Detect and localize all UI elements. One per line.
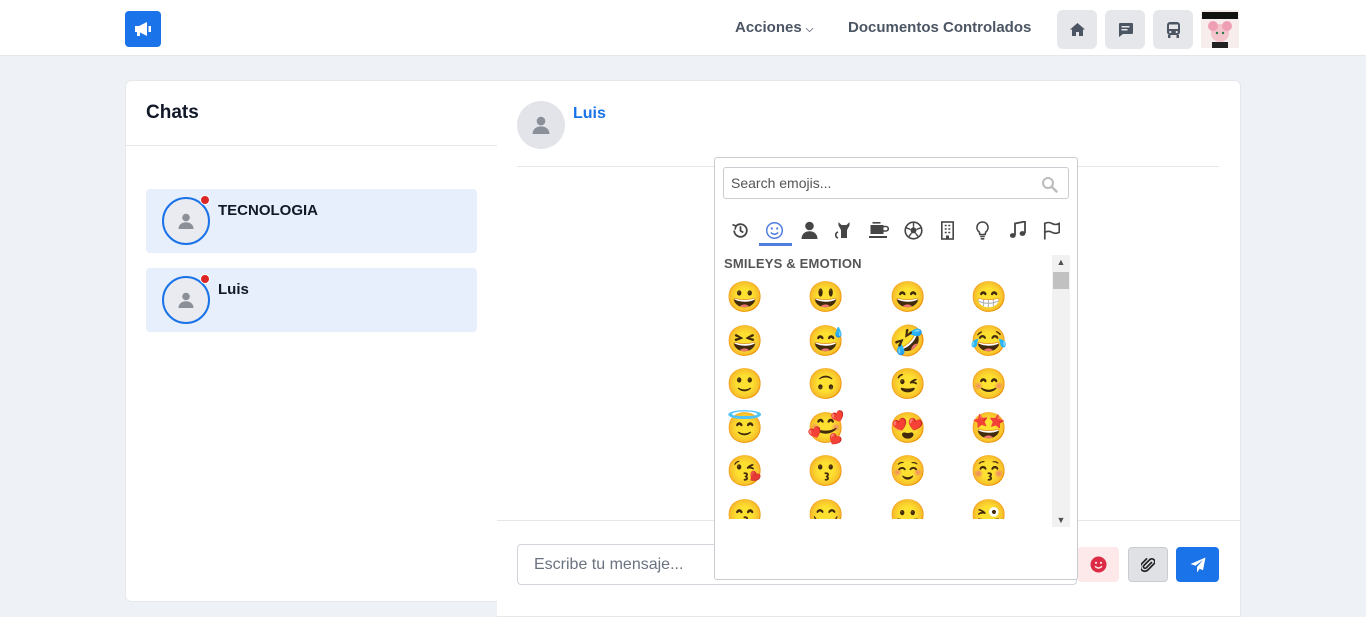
emoji-item[interactable]: 🤣 bbox=[889, 322, 933, 362]
emoji-category-bar bbox=[723, 212, 1069, 248]
unread-indicator bbox=[200, 195, 210, 205]
cat-icon bbox=[834, 222, 850, 239]
chat-item-name: TECNOLOGIA bbox=[218, 202, 318, 219]
emoji-item[interactable]: 😇 bbox=[726, 409, 770, 449]
emoji-item[interactable]: 😛 bbox=[889, 496, 933, 520]
emoji-item[interactable]: 😊 bbox=[970, 365, 1014, 405]
building-icon bbox=[941, 220, 955, 240]
bus-icon bbox=[1166, 21, 1180, 38]
category-objects[interactable] bbox=[965, 212, 1000, 248]
emoji-item[interactable]: 😅 bbox=[807, 322, 851, 362]
emoji-scrollbar[interactable]: ▲ ▼ bbox=[1052, 255, 1070, 527]
attach-button[interactable] bbox=[1128, 547, 1168, 582]
home-icon bbox=[1069, 23, 1085, 36]
emoji-item[interactable]: 😄 bbox=[889, 278, 933, 318]
user-icon bbox=[178, 292, 194, 308]
emoji-item[interactable]: 😉 bbox=[889, 365, 933, 405]
emoji-search-input[interactable] bbox=[724, 168, 1024, 198]
emoji-button[interactable] bbox=[1077, 547, 1119, 582]
emoji-item[interactable]: 😚 bbox=[970, 452, 1014, 492]
contact-avatar bbox=[517, 101, 565, 149]
user-profile-image bbox=[1201, 10, 1239, 48]
soccer-ball-icon bbox=[904, 220, 923, 240]
emoji-item[interactable]: ☺️ bbox=[889, 452, 933, 492]
scroll-thumb[interactable] bbox=[1053, 272, 1069, 289]
person-icon bbox=[801, 221, 818, 239]
emoji-item[interactable]: 😘 bbox=[726, 452, 770, 492]
flag-icon bbox=[1043, 221, 1060, 239]
history-icon bbox=[731, 222, 748, 238]
paperclip-icon bbox=[1141, 557, 1155, 572]
chat-item-tecnologia[interactable]: TECNOLOGIA bbox=[146, 189, 477, 253]
emoji-search-box bbox=[723, 167, 1069, 199]
category-people[interactable] bbox=[792, 212, 827, 248]
paper-plane-icon bbox=[1190, 557, 1205, 572]
user-icon bbox=[178, 213, 194, 229]
user-avatar[interactable] bbox=[1201, 10, 1239, 48]
message-icon bbox=[1118, 22, 1133, 37]
emoji-picker: SMILEYS & EMOTION 😀 😃 😄 😁 😆 😅 🤣 😂 🙂 🙃 😉 😊 😇 🥰 😍 🤩 😘 😗 ☺️ 😚 😙… bbox=[714, 157, 1078, 580]
emoji-item[interactable]: 😂 bbox=[970, 322, 1014, 362]
emoji-item[interactable]: 🙂 bbox=[726, 365, 770, 405]
emoji-item[interactable]: 😋 bbox=[807, 496, 851, 520]
music-note-icon bbox=[1009, 221, 1026, 238]
emoji-item[interactable]: 🤩 bbox=[970, 409, 1014, 449]
nav-acciones-label: Acciones bbox=[735, 19, 802, 36]
bus-button[interactable] bbox=[1153, 10, 1193, 49]
emoji-item[interactable]: 🥰 bbox=[807, 409, 851, 449]
emoji-grid: 😀 😃 😄 😁 😆 😅 🤣 😂 🙂 🙃 😉 😊 😇 🥰 😍 🤩 😘 😗 ☺️ 😚 😙 😋 😛 😜 bbox=[724, 276, 1052, 519]
category-symbols[interactable] bbox=[1000, 212, 1035, 248]
nav-acciones-dropdown[interactable]: Acciones ⌵ bbox=[735, 19, 813, 36]
conversation-header: Luis bbox=[517, 81, 1219, 167]
category-travel[interactable] bbox=[931, 212, 966, 248]
smiley-icon bbox=[766, 221, 784, 239]
emoji-item[interactable]: 😁 bbox=[970, 278, 1014, 318]
emoji-item[interactable]: 🙃 bbox=[807, 365, 851, 405]
chat-item-name: Luis bbox=[218, 281, 249, 298]
chats-panel: Chats TECNOLOGIA Luis bbox=[125, 80, 498, 602]
messages-button[interactable] bbox=[1105, 10, 1145, 49]
app-logo[interactable] bbox=[125, 11, 161, 47]
home-button[interactable] bbox=[1057, 10, 1097, 49]
category-flags[interactable] bbox=[1034, 212, 1069, 248]
chat-item-luis[interactable]: Luis bbox=[146, 268, 477, 332]
top-navbar: Acciones ⌵ Documentos Controlados bbox=[0, 0, 1366, 56]
user-icon bbox=[532, 116, 550, 134]
unread-indicator bbox=[200, 274, 210, 284]
smiley-icon bbox=[1090, 556, 1106, 573]
emoji-item[interactable]: 😙 bbox=[726, 496, 770, 520]
send-button[interactable] bbox=[1176, 547, 1219, 582]
emoji-item[interactable]: 😆 bbox=[726, 322, 770, 362]
category-smileys[interactable] bbox=[758, 212, 793, 248]
emoji-item[interactable]: 😃 bbox=[807, 278, 851, 318]
contact-name[interactable]: Luis bbox=[573, 105, 606, 123]
emoji-section-title: SMILEYS & EMOTION bbox=[724, 256, 862, 271]
scroll-down-arrow-icon[interactable]: ▼ bbox=[1052, 513, 1070, 527]
category-animals[interactable] bbox=[827, 212, 862, 248]
category-recent[interactable] bbox=[723, 212, 758, 248]
emoji-item[interactable]: 😗 bbox=[807, 452, 851, 492]
chats-title: Chats bbox=[126, 81, 497, 146]
megaphone-icon bbox=[135, 22, 151, 36]
emoji-item[interactable]: 😜 bbox=[970, 496, 1014, 520]
chevron-down-icon: ⌵ bbox=[805, 24, 814, 35]
emoji-item[interactable]: 😍 bbox=[889, 409, 933, 449]
emoji-item[interactable]: 😀 bbox=[726, 278, 770, 318]
search-icon bbox=[1042, 177, 1058, 193]
scroll-up-arrow-icon[interactable]: ▲ bbox=[1052, 255, 1070, 269]
nav-documentos-controlados[interactable]: Documentos Controlados bbox=[848, 19, 1031, 36]
lightbulb-icon bbox=[976, 220, 989, 240]
coffee-icon bbox=[868, 221, 889, 238]
category-food[interactable] bbox=[861, 212, 896, 248]
category-activities[interactable] bbox=[896, 212, 931, 248]
